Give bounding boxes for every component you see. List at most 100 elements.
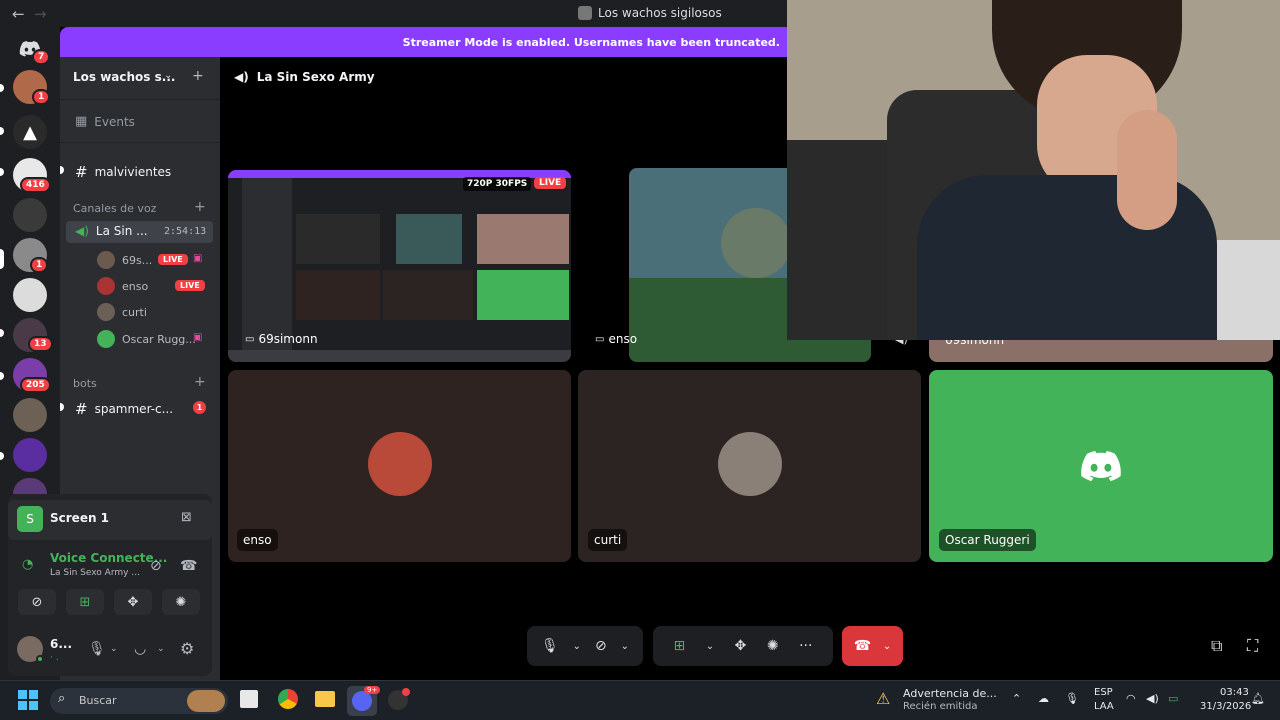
- server-avatar[interactable]: [13, 278, 47, 312]
- avatar: [97, 303, 115, 321]
- windows-start-icon[interactable]: [18, 690, 38, 710]
- wifi-icon[interactable]: ◠: [1126, 692, 1136, 705]
- screen-icon: ▭: [245, 333, 255, 345]
- microphone-icon[interactable]: 🎙︎: [88, 641, 106, 657]
- microphone-tray-icon[interactable]: 🎙︎: [1065, 692, 1079, 705]
- language-top[interactable]: ESP: [1094, 687, 1113, 698]
- clock-date[interactable]: 31/3/2026: [1200, 701, 1251, 712]
- warning-title[interactable]: Advertencia de...: [903, 687, 997, 700]
- voice-user[interactable]: enso: [97, 277, 148, 295]
- headphones-icon[interactable]: ◡: [134, 641, 146, 657]
- activities-icon[interactable]: ✥: [735, 638, 747, 654]
- signal-icon: ◔: [22, 557, 34, 572]
- discord-taskbar-icon: [352, 691, 372, 711]
- microphone-icon[interactable]: 🎙︎: [541, 638, 559, 654]
- invite-icon[interactable]: +: [192, 68, 204, 84]
- search-placeholder: Buscar: [79, 694, 117, 707]
- chevron-down-icon[interactable]: ⌄: [157, 644, 165, 654]
- chevron-down-icon[interactable]: ⌄: [706, 641, 714, 652]
- stream-owner-name: 69simonn: [258, 332, 318, 346]
- server-avatar[interactable]: [13, 198, 47, 232]
- file-explorer-icon[interactable]: [315, 691, 335, 707]
- category-bots[interactable]: bots: [73, 377, 97, 390]
- voice-user[interactable]: curti: [97, 303, 147, 321]
- soundboard-button[interactable]: ✺: [162, 589, 200, 615]
- unread-pip: [0, 168, 4, 176]
- chevron-up-icon[interactable]: ⌃: [1012, 692, 1021, 705]
- activities-button[interactable]: ✥: [114, 589, 152, 615]
- more-icon[interactable]: ···: [799, 638, 812, 654]
- gear-icon[interactable]: ⚙: [180, 639, 194, 658]
- mic-video-controls: 🎙︎ ⌄ ⊘ ⌄: [527, 626, 643, 666]
- screen-share-icon[interactable]: ⊞: [674, 638, 686, 654]
- game-ball: [721, 208, 791, 278]
- back-arrow-icon[interactable]: ←: [12, 5, 25, 23]
- user-name: 6...: [50, 637, 73, 651]
- unread-pip: [0, 452, 4, 460]
- voice-stage: [220, 57, 787, 680]
- channel-spammer[interactable]: # spammer-c...: [75, 400, 173, 418]
- disconnect-button[interactable]: ☎ ⌄: [842, 626, 903, 666]
- unread-badge: 13: [28, 336, 53, 352]
- cloud-icon[interactable]: ☁: [1038, 692, 1049, 705]
- disconnect-icon[interactable]: ☎: [180, 558, 197, 574]
- screen-share-icon: ⊞: [79, 594, 91, 610]
- notification-dot: [402, 688, 410, 696]
- chevron-down-icon[interactable]: ⌄: [164, 70, 172, 81]
- voice-channel-row[interactable]: ◀) La Sin ...: [75, 224, 148, 238]
- server-avatar[interactable]: [13, 398, 47, 432]
- tile-name: curti: [588, 529, 628, 551]
- hashtag-icon: #: [75, 400, 88, 418]
- taskbar-badge: 9+: [364, 686, 381, 694]
- soundboard-icon[interactable]: ✺: [767, 638, 779, 654]
- speaker-icon: ◀): [75, 224, 89, 238]
- noise-suppression-icon[interactable]: ⊘: [150, 558, 162, 574]
- search-highlight-icon: [187, 690, 225, 712]
- camera-off-button[interactable]: ⊘: [18, 589, 56, 615]
- screen-share-icon: S: [17, 506, 43, 532]
- camera-off-icon[interactable]: ⊘: [595, 638, 607, 654]
- server-icon: [578, 6, 592, 20]
- chevron-down-icon[interactable]: ⌄: [621, 641, 629, 652]
- language-bottom[interactable]: LAA: [1094, 701, 1114, 712]
- user-status: · .: [50, 653, 59, 663]
- voice-user[interactable]: Oscar Rugg...: [97, 330, 196, 348]
- server-avatar[interactable]: [13, 438, 47, 472]
- channel-label: malvivientes: [94, 165, 172, 179]
- hand: [1117, 110, 1177, 230]
- channel-malvivientes[interactable]: # malvivientes: [75, 163, 171, 181]
- battery-icon[interactable]: ▭: [1168, 692, 1178, 705]
- unread-badge: 1: [193, 401, 206, 414]
- volume-icon[interactable]: ◀): [1146, 692, 1159, 705]
- add-channel-icon[interactable]: +: [194, 199, 206, 215]
- streamer-mode-banner: Streamer Mode is enabled. Usernames have…: [60, 27, 787, 57]
- chevron-down-icon[interactable]: ⌄: [110, 644, 118, 654]
- voice-user[interactable]: 69s...: [97, 251, 152, 269]
- voice-user-name: enso: [122, 279, 149, 293]
- category-voice[interactable]: Canales de voz: [73, 202, 156, 215]
- user-tile-curti[interactable]: [578, 370, 921, 562]
- browser-icon[interactable]: [278, 689, 298, 709]
- avatar: [97, 277, 115, 295]
- status-dot: [36, 655, 44, 663]
- events-row[interactable]: ▦ Events: [75, 114, 135, 129]
- task-view-icon[interactable]: [240, 690, 258, 708]
- screen-share-button[interactable]: ⊞: [66, 589, 104, 615]
- guild-name[interactable]: Los wachos s...: [73, 70, 175, 84]
- stream-thumb: [296, 270, 380, 320]
- add-channel-icon[interactable]: +: [194, 374, 206, 390]
- fullscreen-icon[interactable]: ⛶: [1247, 636, 1258, 656]
- stop-share-icon[interactable]: ⊠: [181, 510, 192, 525]
- user-tile-enso[interactable]: [228, 370, 571, 562]
- notification-bell-icon[interactable]: 🔔︎: [1251, 692, 1265, 705]
- server-avatar[interactable]: ▲: [13, 115, 47, 149]
- channel-label: spammer-c...: [94, 402, 174, 416]
- unread-badge: 1: [32, 89, 51, 105]
- clock-time[interactable]: 03:43: [1220, 687, 1249, 698]
- forward-arrow-icon[interactable]: →: [34, 5, 47, 23]
- server-avatar[interactable]: [13, 478, 47, 494]
- chevron-down-icon[interactable]: ⌄: [883, 641, 891, 652]
- chevron-down-icon[interactable]: ⌄: [573, 641, 581, 652]
- popout-icon[interactable]: ⧉: [1211, 636, 1222, 656]
- voice-user-name: Oscar Rugg...: [122, 332, 196, 346]
